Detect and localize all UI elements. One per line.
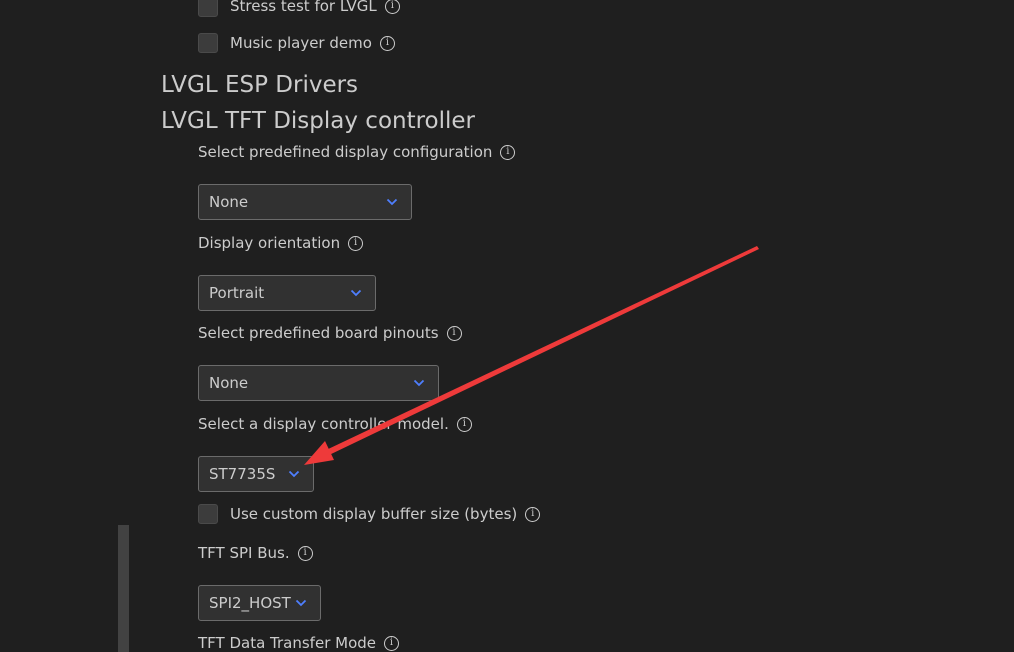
info-icon[interactable]: i — [456, 416, 472, 432]
predefined-display-label: Select predefined display configuration — [198, 143, 493, 161]
spi-bus-row: TFT SPI Bus. i — [198, 544, 313, 562]
controller-model-select[interactable]: ST7735S — [198, 456, 314, 492]
section-heading-tft-controller: LVGL TFT Display controller — [161, 108, 476, 134]
info-icon[interactable]: i — [446, 325, 462, 341]
transfer-mode-row: TFT Data Transfer Mode i — [198, 634, 399, 652]
predefined-display-value: None — [209, 193, 249, 211]
chevron-down-icon — [295, 599, 307, 607]
info-icon[interactable]: i — [384, 0, 400, 14]
board-pinouts-row: Select predefined board pinouts i — [198, 324, 462, 342]
info-icon[interactable]: i — [500, 144, 516, 160]
transfer-mode-label: TFT Data Transfer Mode — [198, 634, 376, 652]
controller-model-row: Select a display controller model. i — [198, 415, 472, 433]
info-icon[interactable]: i — [379, 35, 395, 51]
spi-bus-label: TFT SPI Bus. — [198, 544, 290, 562]
info-icon[interactable]: i — [384, 635, 399, 651]
chevron-down-icon — [350, 289, 362, 297]
music-player-label: Music player demo — [230, 34, 372, 52]
annotation-arrow — [304, 246, 759, 465]
music-player-checkbox[interactable] — [198, 33, 218, 53]
predefined-display-select[interactable]: None — [198, 184, 412, 220]
custom-buffer-row: Use custom display buffer size (bytes) i — [230, 505, 541, 523]
scrollbar-thumb[interactable] — [118, 525, 129, 652]
stress-test-label: Stress test for LVGL — [230, 0, 377, 15]
chevron-down-icon — [386, 198, 398, 206]
stress-test-checkbox[interactable] — [198, 0, 218, 17]
orientation-value: Portrait — [209, 284, 265, 302]
stress-test-row: Stress test for LVGL i — [230, 0, 400, 15]
orientation-select[interactable]: Portrait — [198, 275, 376, 311]
orientation-label: Display orientation — [198, 234, 341, 252]
board-pinouts-select[interactable]: None — [198, 365, 439, 401]
custom-buffer-label: Use custom display buffer size (bytes) — [230, 505, 518, 523]
music-player-row: Music player demo i — [230, 34, 395, 52]
spi-bus-select[interactable]: SPI2_HOST — [198, 585, 321, 621]
section-heading-drivers: LVGL ESP Drivers — [161, 72, 359, 98]
custom-buffer-checkbox[interactable] — [198, 504, 218, 524]
info-icon[interactable]: i — [297, 545, 313, 561]
info-icon[interactable]: i — [525, 506, 541, 522]
orientation-row: Display orientation i — [198, 234, 364, 252]
spi-bus-value: SPI2_HOST — [209, 594, 291, 612]
controller-model-value: ST7735S — [209, 465, 276, 483]
controller-model-label: Select a display controller model. — [198, 415, 449, 433]
board-pinouts-value: None — [209, 374, 249, 392]
chevron-down-icon — [413, 379, 425, 387]
settings-page: Stress test for LVGL i Music player demo… — [0, 0, 1014, 652]
info-icon[interactable]: i — [348, 235, 364, 251]
board-pinouts-label: Select predefined board pinouts — [198, 324, 439, 342]
predefined-display-row: Select predefined display configuration … — [198, 143, 516, 161]
chevron-down-icon — [288, 470, 300, 478]
